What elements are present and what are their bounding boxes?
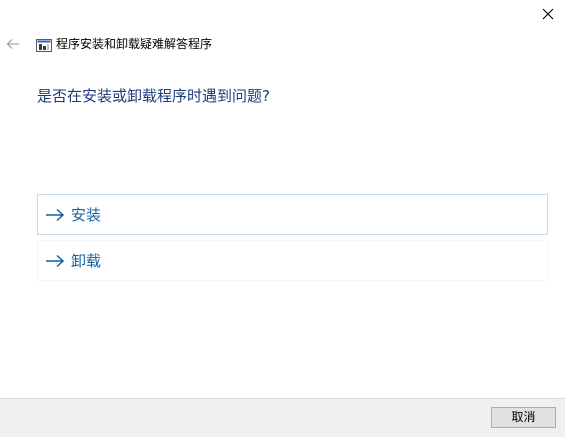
install-option[interactable]: 安装 (37, 194, 548, 235)
uninstall-option[interactable]: 卸载 (37, 240, 548, 281)
arrow-right-icon (45, 254, 65, 268)
close-button[interactable] (531, 0, 565, 28)
cancel-button[interactable]: 取消 (491, 407, 556, 428)
arrow-right-icon (45, 208, 65, 222)
footer-bar: 取消 (0, 398, 565, 437)
uninstall-option-label: 卸载 (71, 251, 102, 270)
back-arrow-icon (6, 35, 20, 54)
back-button[interactable] (2, 33, 24, 55)
close-icon (542, 5, 554, 24)
install-option-label: 安装 (71, 205, 102, 224)
troubleshooter-app-icon (36, 37, 52, 52)
window-title: 程序安装和卸载疑难解答程序 (56, 37, 213, 51)
page-heading: 是否在安装或卸载程序时遇到问题? (37, 87, 270, 105)
